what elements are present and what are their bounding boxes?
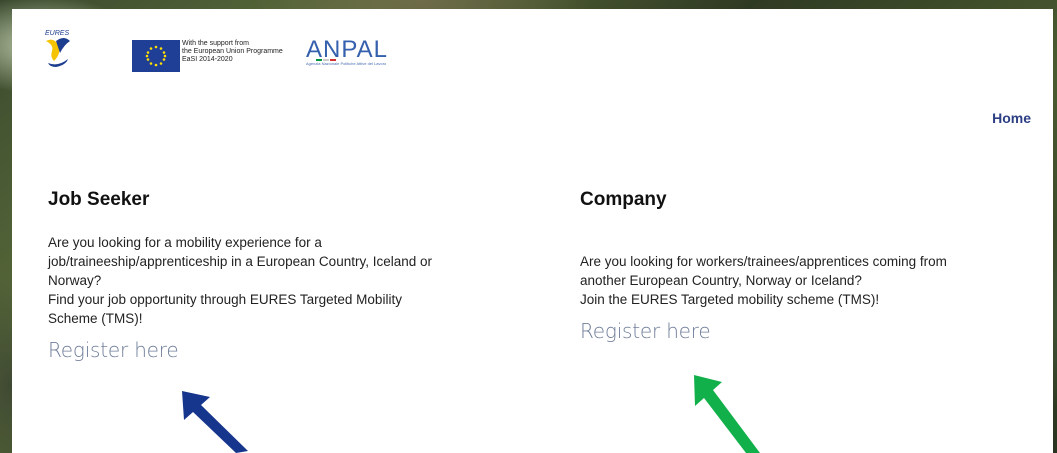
blue-arrow-icon xyxy=(182,391,248,453)
main-card: EURES With the support from the European… xyxy=(12,9,1053,453)
anpal-subtitle: Agenzia Nazionale Politiche Attive del L… xyxy=(306,61,387,66)
job-seeker-section: Job Seeker Are you looking for a mobilit… xyxy=(48,189,548,362)
company-section: Company Are you looking for workers/trai… xyxy=(580,189,1040,343)
green-arrow-icon xyxy=(694,375,760,453)
eu-support-badge: With the support from the European Union… xyxy=(132,40,297,72)
company-description: Are you looking for workers/trainees/app… xyxy=(580,254,947,307)
anpal-logo: ANPAL Agenzia Nazionale Politiche Attive… xyxy=(304,33,424,73)
job-seeker-description: Are you looking for a mobility experienc… xyxy=(48,235,432,326)
eures-logo: EURES xyxy=(45,30,70,67)
eu-flag-icon xyxy=(132,40,180,72)
company-register-link[interactable]: Register here xyxy=(580,319,711,343)
company-title: Company xyxy=(580,189,667,210)
anpal-logo-text: ANPAL xyxy=(306,36,388,63)
nav-home-link[interactable]: Home xyxy=(992,110,1031,126)
eu-support-text: With the support from the European Union… xyxy=(182,40,283,63)
job-seeker-register-link[interactable]: Register here xyxy=(48,338,179,362)
eures-logo-text: EURES xyxy=(45,30,69,37)
job-seeker-title: Job Seeker xyxy=(48,189,150,210)
